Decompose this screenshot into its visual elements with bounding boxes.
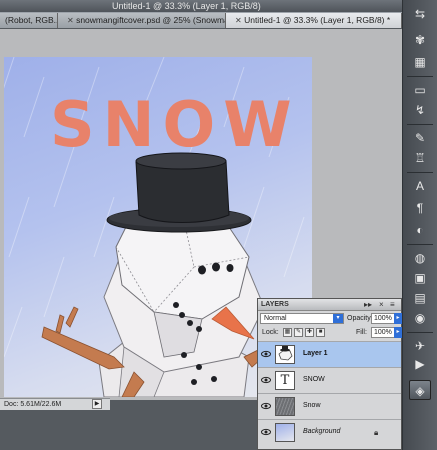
visibility-eye-icon[interactable] <box>261 375 271 385</box>
tool-mask-icon[interactable]: ▣ <box>409 268 431 288</box>
panel-menu-icon[interactable]: ≡ <box>390 299 395 311</box>
tool-stamp-icon[interactable]: ♖ <box>409 148 431 168</box>
visibility-eye-icon[interactable] <box>261 401 271 411</box>
lock-position-icon[interactable]: ✚ <box>305 328 314 337</box>
tool-channels-icon[interactable]: ✈ <box>409 336 431 356</box>
layer-row-background[interactable]: Background 🔒︎ <box>258 419 401 445</box>
opacity-label: Opacity: <box>347 315 373 322</box>
visibility-eye-icon[interactable] <box>261 349 271 359</box>
tab-snowmangiftcover[interactable]: ✕ snowmangiftcover.psd @ 25% (Snowman... <box>58 13 226 28</box>
opacity-slider-icon[interactable]: ▸ <box>394 313 402 324</box>
tool-circle-icon[interactable]: ◐ <box>409 220 431 240</box>
close-icon[interactable]: ✕ <box>235 14 242 28</box>
window-title: Untitled-1 @ 33.3% (Layer 1, RGB/8) <box>112 1 261 11</box>
layers-panel-title: LAYERS <box>261 301 289 308</box>
window-title-bar: Untitled-1 @ 33.3% (Layer 1, RGB/8) <box>0 0 402 12</box>
tool-adjust-icon[interactable]: ◍ <box>409 248 431 268</box>
tool-arrange-icon[interactable]: ⇆ <box>409 4 431 24</box>
tab-label: Untitled-1 @ 33.3% (Layer 1, RGB/8) * <box>244 15 391 25</box>
layer-thumbnail <box>275 397 295 416</box>
layer-row-layer-1[interactable]: Layer 1 <box>258 341 401 367</box>
tool-layers-icon[interactable]: ◉ <box>409 308 431 328</box>
tool-image-icon[interactable]: ▤ <box>409 288 431 308</box>
close-icon[interactable]: ✕ <box>67 14 74 28</box>
tab-robot[interactable]: (Robot, RGB... <box>0 13 58 28</box>
tool-blank-icon[interactable]: ▭ <box>409 80 431 100</box>
lock-icon: 🔒︎ <box>374 428 379 437</box>
blend-mode-select[interactable]: Normal ▾ <box>260 313 344 324</box>
layer-name: Snow <box>303 402 321 409</box>
lock-all-icon[interactable]: ■ <box>316 328 325 337</box>
lock-label: Lock: <box>262 329 279 336</box>
layers-panel: LAYERS ▸▸ × ≡ Normal ▾ Opacity: 100% ▸ L… <box>257 298 402 450</box>
tool-paragraph-icon[interactable]: ¶ <box>409 198 431 218</box>
tool-panel-icon[interactable]: ◈ <box>409 380 431 400</box>
tab-label: (Robot, RGB... <box>5 15 58 25</box>
opacity-input[interactable]: 100% <box>371 313 395 324</box>
layer-row-snow-text[interactable]: T SNOW <box>258 367 401 393</box>
tool-text-icon[interactable]: A <box>409 176 431 196</box>
artwork-snow-text: SNOW <box>50 88 300 161</box>
panel-dock: ⇆ ✾ ▦ ▭ ↯ ✎ ♖ A ¶ ◐ ◍ ▣ ▤ ◉ ✈ ▶ ◈ <box>402 0 437 450</box>
layer-thumbnail <box>275 345 295 364</box>
tool-3d-icon[interactable]: ✾ <box>409 30 431 50</box>
layer-name: Layer 1 <box>303 350 328 357</box>
layer-name: Background <box>303 428 341 435</box>
tab-untitled-1[interactable]: ✕ Untitled-1 @ 33.3% (Layer 1, RGB/8) * <box>226 13 402 28</box>
fill-slider-icon[interactable]: ▸ <box>394 327 402 338</box>
close-icon[interactable]: × <box>379 299 384 311</box>
status-bar: Doc: 5.61M/22.6M ▶ <box>0 398 110 410</box>
layers-panel-header: LAYERS ▸▸ × ≡ <box>258 299 401 311</box>
visibility-eye-icon[interactable] <box>261 427 271 437</box>
fill-label: Fill: <box>356 329 367 336</box>
lock-pixels-icon[interactable]: ✎ <box>294 328 303 337</box>
text-layer-icon: T <box>275 371 295 390</box>
tool-grid-icon[interactable]: ▦ <box>409 52 431 72</box>
tab-label: snowmangiftcover.psd @ 25% (Snowman... <box>76 15 226 25</box>
status-menu-arrow-icon[interactable]: ▶ <box>92 399 102 409</box>
tool-curve-icon[interactable]: ↯ <box>409 100 431 120</box>
fill-input[interactable]: 100% <box>371 327 395 338</box>
layer-row-snow[interactable]: Snow <box>258 393 401 419</box>
layer-name: SNOW <box>303 376 325 383</box>
document-tab-bar: (Robot, RGB... ✕ snowmangiftcover.psd @ … <box>0 12 402 28</box>
document-size-info: Doc: 5.61M/22.6M <box>4 401 62 408</box>
tool-paths-icon[interactable]: ▶ <box>409 354 431 374</box>
chevron-down-icon: ▾ <box>333 314 343 323</box>
tool-brush-icon[interactable]: ✎ <box>409 128 431 148</box>
lock-transparency-icon[interactable]: ▦ <box>283 328 292 337</box>
layer-thumbnail <box>275 423 295 442</box>
blend-mode-value: Normal <box>264 315 287 322</box>
collapse-icon[interactable]: ▸▸ <box>364 299 372 311</box>
